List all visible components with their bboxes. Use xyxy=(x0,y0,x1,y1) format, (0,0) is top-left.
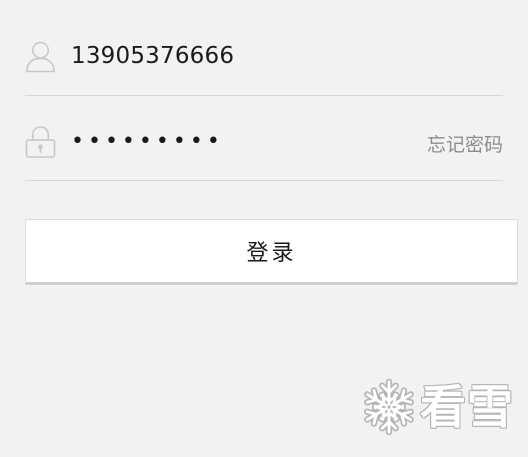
lock-icon xyxy=(25,126,56,158)
snowflake-icon xyxy=(360,378,418,437)
phone-field-row xyxy=(25,12,503,96)
password-input[interactable] xyxy=(71,121,371,161)
login-button[interactable]: 登录 xyxy=(25,219,518,285)
watermark-text: 看雪 xyxy=(420,380,514,434)
user-icon xyxy=(26,41,55,73)
watermark: 看雪 xyxy=(360,377,514,437)
phone-input[interactable] xyxy=(71,36,491,76)
forgot-password-link[interactable]: 忘记密码 xyxy=(427,130,503,157)
password-field-row: 忘记密码 xyxy=(25,97,503,181)
